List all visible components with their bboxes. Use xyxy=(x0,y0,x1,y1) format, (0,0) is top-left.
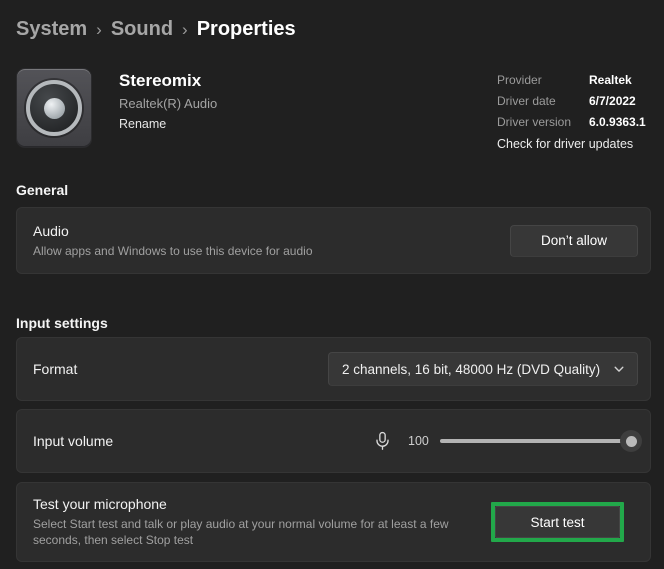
test-microphone-card: Test your microphone Select Start test a… xyxy=(16,482,651,562)
input-volume-card: Input volume 100 xyxy=(16,409,651,473)
check-driver-updates-link[interactable]: Check for driver updates xyxy=(497,137,633,151)
slider-track[interactable] xyxy=(440,439,636,443)
microphone-icon xyxy=(373,431,392,451)
input-volume-label: Input volume xyxy=(33,433,373,449)
format-dropdown-value: 2 channels, 16 bit, 48000 Hz (DVD Qualit… xyxy=(342,362,600,377)
chevron-down-icon xyxy=(613,363,625,375)
chevron-right-icon: › xyxy=(96,19,102,40)
breadcrumb-sound[interactable]: Sound xyxy=(111,18,173,41)
breadcrumb-system[interactable]: System xyxy=(16,18,87,41)
format-card: Format 2 channels, 16 bit, 48000 Hz (DVD… xyxy=(16,337,651,401)
sound-properties-page: System › Sound › Properties Stereomix Re… xyxy=(0,0,664,569)
audio-card-subtitle: Allow apps and Windows to use this devic… xyxy=(33,243,510,259)
input-settings-section-header: Input settings xyxy=(16,315,651,331)
format-card-text: Format xyxy=(33,361,328,377)
format-label: Format xyxy=(33,361,328,377)
breadcrumb: System › Sound › Properties xyxy=(16,0,651,44)
driver-provider-label: Provider xyxy=(497,73,589,87)
audio-permission-card: Audio Allow apps and Windows to use this… xyxy=(16,207,651,274)
device-titles: Stereomix Realtek(R) Audio Rename xyxy=(119,68,497,148)
device-header: Stereomix Realtek(R) Audio Rename Provid… xyxy=(16,68,651,148)
driver-info: Provider Realtek Driver date 6/7/2022 Dr… xyxy=(497,68,651,148)
audio-card-title: Audio xyxy=(33,223,510,239)
click-target-annotation: Start test xyxy=(491,502,624,542)
device-manufacturer: Realtek(R) Audio xyxy=(119,96,497,111)
dont-allow-button[interactable]: Don’t allow xyxy=(510,225,638,257)
input-volume-slider[interactable] xyxy=(440,430,638,452)
start-test-button[interactable]: Start test xyxy=(495,506,620,538)
driver-grid: Provider Realtek Driver date 6/7/2022 Dr… xyxy=(497,73,651,129)
test-microphone-title: Test your microphone xyxy=(33,496,491,512)
speaker-dome xyxy=(44,98,65,119)
breadcrumb-properties: Properties xyxy=(197,18,296,41)
input-volume-value: 100 xyxy=(408,434,434,448)
driver-version-label: Driver version xyxy=(497,115,589,129)
test-microphone-subtitle: Select Start test and talk or play audio… xyxy=(33,516,491,548)
device-name: Stereomix xyxy=(119,71,497,91)
audio-card-text: Audio Allow apps and Windows to use this… xyxy=(33,223,510,259)
test-microphone-text: Test your microphone Select Start test a… xyxy=(33,496,491,548)
driver-provider-value: Realtek xyxy=(589,73,651,87)
general-section-header: General xyxy=(16,182,651,198)
input-volume-card-text: Input volume xyxy=(33,433,373,449)
driver-version-value: 6.0.9363.1 xyxy=(589,115,651,129)
format-dropdown[interactable]: 2 channels, 16 bit, 48000 Hz (DVD Qualit… xyxy=(328,352,638,386)
driver-date-label: Driver date xyxy=(497,94,589,108)
slider-thumb[interactable] xyxy=(620,430,642,452)
input-volume-controls: 100 xyxy=(373,430,638,452)
speaker-ring xyxy=(26,80,82,136)
chevron-right-icon: › xyxy=(182,19,188,40)
driver-date-value: 6/7/2022 xyxy=(589,94,651,108)
speaker-icon xyxy=(16,68,92,148)
rename-link[interactable]: Rename xyxy=(119,117,166,131)
